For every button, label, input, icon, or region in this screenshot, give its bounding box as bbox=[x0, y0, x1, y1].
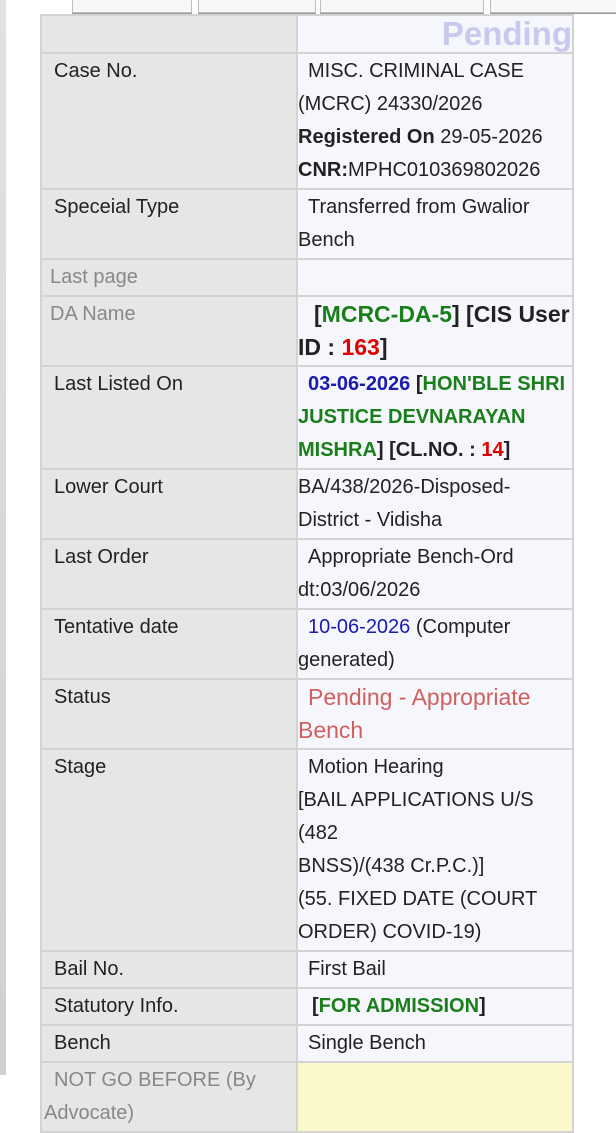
not-go-before-label-1: NOT GO BEFORE (By bbox=[54, 1069, 256, 1091]
tab-1[interactable] bbox=[72, 0, 192, 13]
judge-bracket-open: [ bbox=[410, 373, 423, 395]
last-page-value bbox=[296, 258, 574, 297]
da-name-label: DA Name bbox=[40, 295, 298, 367]
cis-user-id: 163 bbox=[341, 334, 380, 360]
stage-line5: ORDER) COVID-19) bbox=[298, 921, 482, 943]
tab-4[interactable] bbox=[490, 0, 616, 13]
statutory-bracket-close: ] bbox=[479, 995, 486, 1017]
lower-court-line1: BA/438/2026-Disposed- bbox=[298, 476, 511, 498]
statutory-info-text: FOR ADMISSION bbox=[318, 995, 480, 1017]
status-line2: Bench bbox=[298, 717, 364, 743]
table-row-bail-no: Bail No. First Bail bbox=[40, 950, 574, 989]
case-no-label: Case No. bbox=[40, 52, 298, 190]
stage-label: Stage bbox=[40, 748, 298, 952]
statutory-bracket-open: [ bbox=[312, 995, 319, 1017]
last-order-label: Last Order bbox=[40, 538, 298, 610]
last-listed-date: 03-06-2026 bbox=[308, 373, 411, 395]
status-label: Status bbox=[40, 678, 298, 750]
lower-court-label: Lower Court bbox=[40, 468, 298, 540]
not-go-before-value bbox=[296, 1061, 574, 1133]
table-row-last-listed: Last Listed On 03-06-2026 [HON'BLE SHRI … bbox=[40, 365, 574, 470]
da-bracket-close: ] bbox=[379, 334, 388, 360]
special-type-line2: Bench bbox=[298, 229, 355, 251]
tentative-date-value: 10-06-2026 (Computer generated) bbox=[296, 608, 574, 680]
registered-label: Registered On bbox=[298, 126, 435, 148]
stage-line4: (55. FIXED DATE (COURT bbox=[298, 888, 538, 910]
table-row-case-no: Case No. MISC. CRIMINAL CASE (MCRC) 2433… bbox=[40, 52, 574, 190]
da-code: MCRC-DA-5 bbox=[321, 301, 452, 327]
special-type-label: Speceial Type bbox=[40, 188, 298, 260]
table-row-statutory-info: Statutory Info. [FOR ADMISSION] bbox=[40, 987, 574, 1026]
bail-no-value: First Bail bbox=[296, 950, 574, 989]
pending-status-heading: Pending bbox=[296, 14, 574, 54]
stage-line1: Motion Hearing bbox=[308, 756, 444, 778]
cis-id-label: ID : bbox=[298, 334, 342, 360]
table-row-lower-court: Lower Court BA/438/2026-Disposed- Distri… bbox=[40, 468, 574, 540]
lower-court-value: BA/438/2026-Disposed- District - Vidisha bbox=[296, 468, 574, 540]
table-row-bench: Bench Single Bench bbox=[40, 1024, 574, 1063]
table-row-last-order: Last Order Appropriate Bench-Ord dt:03/0… bbox=[40, 538, 574, 610]
table-row-da-name: DA Name [MCRC-DA-5] [CIS User ID : 163] bbox=[40, 295, 574, 367]
da-mid-text: ] [CIS User bbox=[452, 301, 570, 327]
last-listed-label: Last Listed On bbox=[40, 365, 298, 470]
last-order-line2: dt:03/06/2026 bbox=[298, 579, 421, 601]
table-row-status: Status Pending - Appropriate Bench bbox=[40, 678, 574, 750]
case-no-value: MISC. CRIMINAL CASE (MCRC) 24330/2026 Re… bbox=[296, 52, 574, 190]
da-bracket-open: [ bbox=[314, 301, 322, 327]
cnr-label: CNR: bbox=[298, 159, 348, 181]
stage-line2: [BAIL APPLICATIONS U/S (482 bbox=[298, 789, 534, 844]
cl-bracket-close: ] bbox=[503, 439, 511, 461]
cnr-value: MPHC010369802026 bbox=[348, 159, 541, 181]
table-row-last-page: Last page bbox=[40, 258, 574, 297]
table-row-tentative-date: Tentative date 10-06-2026 (Computer gene… bbox=[40, 608, 574, 680]
tentative-date-label: Tentative date bbox=[40, 608, 298, 680]
last-order-value: Appropriate Bench-Ord dt:03/06/2026 bbox=[296, 538, 574, 610]
case-type: MISC. CRIMINAL CASE bbox=[308, 60, 524, 82]
header-label-cell bbox=[40, 14, 298, 54]
tentative-note-1: (Computer bbox=[410, 616, 511, 638]
judge-name-3: MISHRA bbox=[298, 439, 377, 461]
statutory-info-label: Statutory Info. bbox=[40, 987, 298, 1026]
case-details-table: Pending Case No. MISC. CRIMINAL CASE (MC… bbox=[40, 14, 574, 1133]
table-row-stage: Stage Motion Hearing [BAIL APPLICATIONS … bbox=[40, 748, 574, 952]
special-type-line1: Transferred from Gwalior bbox=[308, 196, 530, 218]
cl-no-value: 14 bbox=[481, 439, 504, 461]
statutory-info-value: [FOR ADMISSION] bbox=[296, 987, 574, 1026]
tab-2[interactable] bbox=[198, 0, 316, 13]
judge-name-2: JUSTICE DEVNARAYAN bbox=[298, 406, 526, 428]
bail-no-label: Bail No. bbox=[40, 950, 298, 989]
tentative-note-2: generated) bbox=[298, 649, 395, 671]
last-listed-value: 03-06-2026 [HON'BLE SHRI JUSTICE DEVNARA… bbox=[296, 365, 574, 470]
status-value: Pending - Appropriate Bench bbox=[296, 678, 574, 750]
stage-line3: BNSS)/(438 Cr.P.C.)] bbox=[298, 855, 485, 877]
window-left-edge bbox=[0, 0, 6, 1075]
stage-value: Motion Hearing [BAIL APPLICATIONS U/S (4… bbox=[296, 748, 574, 952]
table-row-special-type: Speceial Type Transferred from Gwalior B… bbox=[40, 188, 574, 260]
registered-date: 29-05-2026 bbox=[434, 126, 543, 148]
last-order-line1: Appropriate Bench-Ord bbox=[308, 546, 514, 568]
table-row-not-go-before: NOT GO BEFORE (By Advocate) bbox=[40, 1061, 574, 1133]
last-page-label: Last page bbox=[40, 258, 298, 297]
judge-name-1: HON'BLE SHRI bbox=[422, 373, 566, 395]
da-name-value: [MCRC-DA-5] [CIS User ID : 163] bbox=[296, 295, 574, 367]
case-number: (MCRC) 24330/2026 bbox=[298, 93, 483, 115]
not-go-before-label-2: Advocate) bbox=[44, 1102, 135, 1124]
lower-court-line2: District - Vidisha bbox=[298, 509, 443, 531]
tab-3[interactable] bbox=[320, 0, 484, 13]
status-line1: Pending - Appropriate bbox=[308, 684, 531, 710]
cl-no-label: ] [CL.NO. : bbox=[376, 439, 482, 461]
bench-label: Bench bbox=[40, 1024, 298, 1063]
bench-value: Single Bench bbox=[296, 1024, 574, 1063]
registered-on: Registered On 29-05-2026 bbox=[298, 121, 572, 154]
not-go-before-label: NOT GO BEFORE (By Advocate) bbox=[40, 1061, 298, 1133]
special-type-value: Transferred from Gwalior Bench bbox=[296, 188, 574, 260]
tentative-date: 10-06-2026 bbox=[308, 616, 411, 638]
cnr: CNR:MPHC010369802026 bbox=[298, 154, 572, 187]
table-row: Pending bbox=[40, 14, 574, 54]
